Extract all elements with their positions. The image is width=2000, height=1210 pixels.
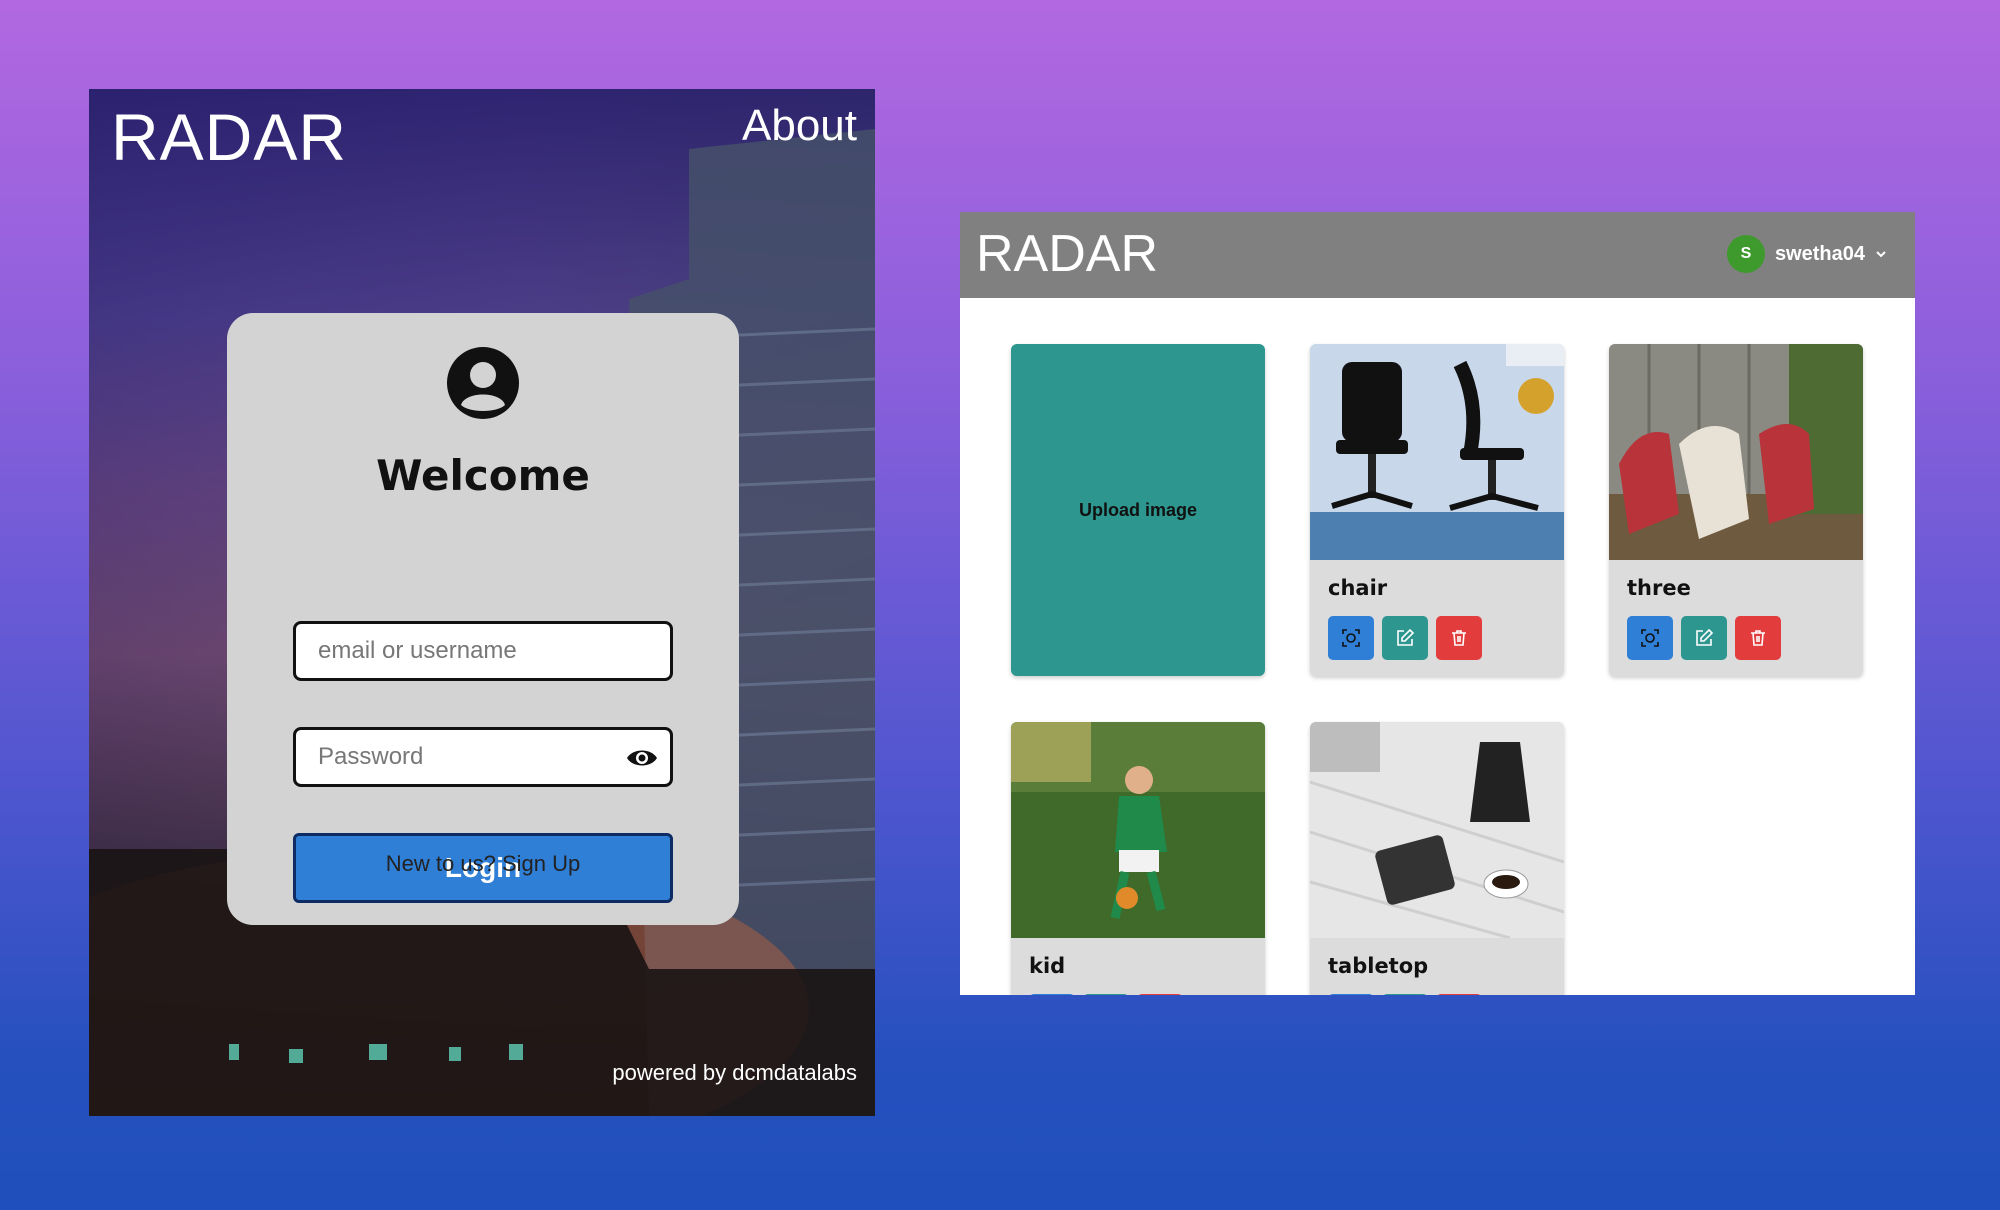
eye-icon[interactable] bbox=[626, 744, 658, 772]
card-title: three bbox=[1627, 576, 1691, 600]
edit-icon bbox=[1397, 628, 1415, 646]
card-actions bbox=[1627, 616, 1781, 660]
username-label: swetha04 bbox=[1774, 242, 1865, 265]
edit-button[interactable] bbox=[1083, 994, 1129, 995]
password-field[interactable] bbox=[293, 727, 673, 787]
user-circle-icon bbox=[447, 347, 519, 419]
image-thumbnail[interactable] bbox=[1310, 722, 1564, 938]
card-title: kid bbox=[1029, 954, 1066, 978]
delete-button[interactable] bbox=[1436, 616, 1482, 660]
image-card[interactable]: chair bbox=[1310, 344, 1564, 676]
welcome-heading: Welcome bbox=[376, 451, 590, 500]
detect-button[interactable] bbox=[1029, 994, 1075, 995]
powered-by-text: powered by dcmdatalabs bbox=[612, 1060, 857, 1085]
chairs-thumbnail bbox=[1609, 344, 1863, 560]
card-title: tabletop bbox=[1328, 954, 1429, 978]
edit-icon bbox=[1696, 628, 1714, 646]
detect-icon bbox=[1342, 629, 1360, 647]
card-actions bbox=[1328, 994, 1482, 995]
app-logo: RADAR bbox=[976, 225, 1159, 283]
edit-button[interactable] bbox=[1382, 616, 1428, 660]
app-logo: RADAR bbox=[111, 100, 348, 174]
detect-icon bbox=[1641, 629, 1659, 647]
chevron-down-icon[interactable] bbox=[1875, 248, 1887, 260]
trash-icon bbox=[1751, 630, 1765, 646]
upload-label: Upload image bbox=[1078, 499, 1198, 520]
detect-button[interactable] bbox=[1328, 994, 1374, 995]
signup-link[interactable]: New to us? Sign Up bbox=[227, 851, 739, 877]
login-screen: RADAR About Welcome Login New to us? Sig… bbox=[89, 89, 875, 1116]
email-field[interactable] bbox=[293, 621, 673, 681]
card-actions bbox=[1328, 616, 1482, 660]
image-thumbnail[interactable] bbox=[1011, 722, 1265, 938]
image-card[interactable]: kid bbox=[1011, 722, 1265, 995]
delete-button[interactable] bbox=[1436, 994, 1482, 995]
edit-button[interactable] bbox=[1382, 994, 1428, 995]
tabletop-thumbnail bbox=[1310, 722, 1564, 938]
soccer-kid-thumbnail bbox=[1011, 722, 1265, 938]
upload-image-card[interactable]: Upload image bbox=[1011, 344, 1265, 676]
email-input[interactable] bbox=[296, 624, 670, 678]
image-thumbnail[interactable] bbox=[1310, 344, 1564, 560]
delete-button[interactable] bbox=[1735, 616, 1781, 660]
image-card[interactable]: tabletop bbox=[1310, 722, 1564, 995]
trash-icon bbox=[1452, 630, 1466, 646]
user-menu[interactable]: S swetha04 bbox=[1726, 234, 1887, 274]
edit-button[interactable] bbox=[1681, 616, 1727, 660]
card-actions bbox=[1029, 994, 1183, 995]
avatar: S bbox=[1726, 235, 1765, 273]
image-card[interactable]: three bbox=[1609, 344, 1863, 676]
gallery-screen: RADAR S swetha04 Upload image chair thre… bbox=[960, 212, 1915, 995]
app-header: RADAR S swetha04 bbox=[960, 212, 1915, 298]
chair-thumbnail bbox=[1310, 344, 1564, 560]
delete-button[interactable] bbox=[1137, 994, 1183, 995]
detect-button[interactable] bbox=[1627, 616, 1673, 660]
login-card: Welcome Login New to us? Sign Up bbox=[227, 313, 739, 925]
image-thumbnail[interactable] bbox=[1609, 344, 1863, 560]
card-title: chair bbox=[1328, 576, 1388, 600]
detect-button[interactable] bbox=[1328, 616, 1374, 660]
about-link[interactable]: About bbox=[742, 101, 857, 151]
password-input[interactable] bbox=[296, 730, 670, 784]
